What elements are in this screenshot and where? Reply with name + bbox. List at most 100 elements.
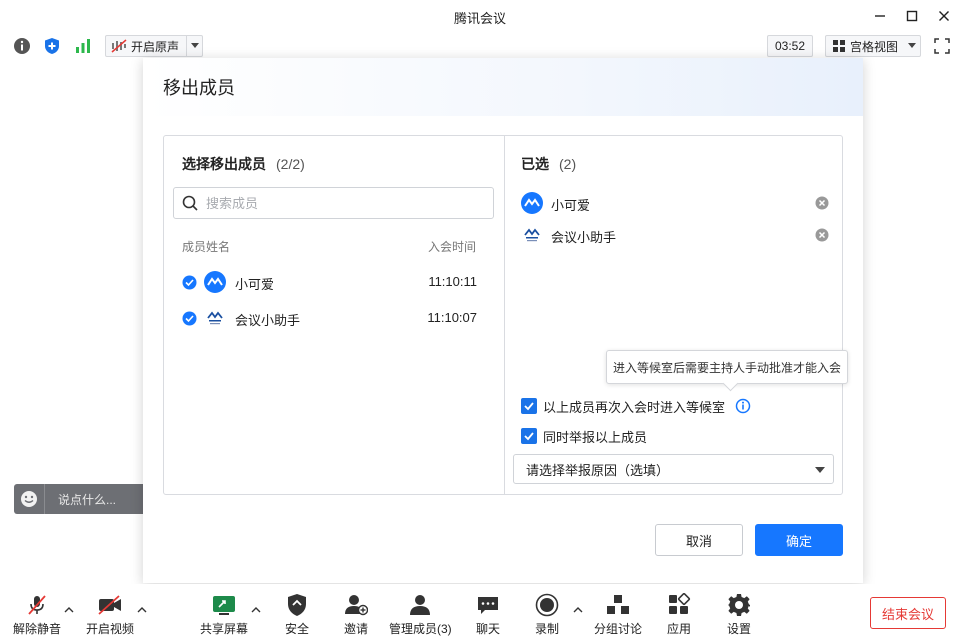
member-row[interactable]: 小可爱 11:10:11 [164,266,505,298]
column-header-name: 成员姓名 [182,240,231,254]
share-screen-icon [213,596,235,615]
member-name: 会议小助手 [235,313,301,328]
meeting-timer: 03:52 [767,35,813,57]
share-options-caret[interactable] [250,604,262,614]
selected-item: 小可爱 [521,189,829,217]
end-meeting-button[interactable]: 结束会议 [870,597,946,629]
original-sound-control: 开启原声 [105,35,203,57]
breakout-rooms-button[interactable]: 分组讨论 [594,592,642,637]
selected-list: 已选(2) 小可爱 会议小助手 以上成员再次入会时进入等候室 同时举报以上成员 [505,136,842,494]
chevron-up-icon [64,606,74,612]
settings-button[interactable]: 设置 [724,592,754,637]
meeting-toolbar: 开启原声 03:52 宫格视图 [0,32,960,60]
share-screen-button[interactable]: 共享屏幕 [200,592,248,637]
view-mode-button[interactable]: 宫格视图 [825,35,921,57]
member-name: 小可爱 [235,277,275,292]
quick-chat-bar: 说点什么... [14,484,146,514]
avatar-mountain-icon [204,271,226,293]
breakout-rooms-icon [607,595,629,614]
original-sound-button[interactable]: 开启原声 [106,36,186,56]
member-search [173,187,494,219]
close-button[interactable] [928,0,960,32]
emoji-button[interactable] [14,490,44,508]
picker-count: (2/2) [276,156,305,172]
signal-bars-icon [76,39,90,53]
checkbox-checked-icon[interactable] [521,398,537,414]
meeting-controls-bar: 解除静音 开启视频 共享屏幕 安全 邀请 管理成员(3) 聊天 录制 分组讨论 … [0,584,960,640]
signal-button[interactable] [74,37,92,55]
security-shield-button[interactable] [43,37,61,55]
selected-name: 小可爱 [551,198,591,213]
assistant-logo-icon [207,311,223,325]
fullscreen-button[interactable] [933,37,951,55]
dialog-header: 移出成员 [143,58,863,116]
chat-input[interactable]: 说点什么... [45,491,146,508]
waiting-room-tooltip: 进入等候室后需要主持人手动批准才能入会 [606,350,848,384]
minimize-icon [875,15,885,17]
video-options-caret[interactable] [136,604,148,614]
close-icon [939,11,949,21]
checked-circle-icon [182,311,197,326]
cancel-button[interactable]: 取消 [655,524,743,556]
assistant-logo-icon [524,228,540,242]
record-icon [535,593,559,617]
selected-count: (2) [559,156,577,172]
unmute-button[interactable]: 解除静音 [13,592,61,637]
security-button[interactable]: 安全 [282,592,312,637]
selected-name: 会议小助手 [551,230,617,245]
member-picker: 选择移出成员(2/2) 成员姓名 入会时间 小可爱 11:10:11 会议小助手… [164,136,505,494]
column-header-time: 入会时间 [427,240,476,254]
search-icon [182,195,198,211]
gear-icon [728,594,750,616]
add-person-icon [345,595,368,616]
checkbox-checked-icon[interactable] [521,428,537,444]
timer-value: 03:52 [774,39,806,53]
member-join-time: 11:10:11 [428,274,477,289]
camera-off-icon [98,595,121,615]
maximize-icon [906,10,918,22]
selection-panel: 选择移出成员(2/2) 成员姓名 入会时间 小可爱 11:10:11 会议小助手… [163,135,843,495]
info-circle-icon[interactable] [735,398,751,414]
waiting-room-option[interactable]: 以上成员再次入会时进入等候室 [521,396,751,416]
grid-view-icon [833,40,845,52]
selected-item: 会议小助手 [521,221,829,249]
report-option[interactable]: 同时举报以上成员 [521,426,647,446]
member-join-time: 11:10:07 [427,310,477,325]
apps-button[interactable]: 应用 [664,592,694,637]
record-options-caret[interactable] [572,604,584,614]
invite-button[interactable]: 邀请 [341,592,371,637]
remove-selected-icon[interactable] [815,228,829,242]
checked-circle-icon [182,275,197,290]
confirm-button[interactable]: 确定 [755,524,843,556]
remove-members-dialog: 移出成员 选择移出成员(2/2) 成员姓名 入会时间 小可爱 11:10:11 [143,58,863,583]
audio-options-caret[interactable] [63,604,75,614]
waiting-room-label: 以上成员再次入会时进入等候室 [543,399,726,415]
selected-title: 已选 (2) [521,156,577,172]
microphone-muted-icon [28,595,46,615]
manage-members-button[interactable]: 管理成员(3) [389,592,452,637]
caret-down-icon [190,43,199,48]
start-video-button[interactable]: 开启视频 [86,592,134,637]
window-controls [864,0,960,32]
remove-selected-icon[interactable] [815,196,829,210]
chat-bubble-icon [478,597,498,614]
record-button[interactable]: 录制 [532,592,562,637]
member-row[interactable]: 会议小助手 11:10:07 [164,302,505,334]
shield-icon [45,38,59,54]
chevron-up-icon [137,606,147,612]
chevron-up-icon [251,606,261,612]
search-input[interactable] [206,195,476,211]
caret-down-icon [908,43,917,48]
minimize-button[interactable] [864,0,896,32]
original-sound-dropdown[interactable] [187,43,202,49]
picker-title: 选择移出成员 (2/2) [182,156,305,172]
window-title: 腾讯会议 [453,11,506,26]
fullscreen-icon [934,38,950,54]
view-mode-label: 宫格视图 [850,39,899,54]
report-reason-select[interactable]: 请选择举报原因（选填） [513,454,834,484]
apps-icon [669,593,691,614]
maximize-button[interactable] [896,0,928,32]
report-label: 同时举报以上成员 [543,429,648,445]
chat-button[interactable]: 聊天 [473,592,503,637]
info-button[interactable] [13,37,31,55]
